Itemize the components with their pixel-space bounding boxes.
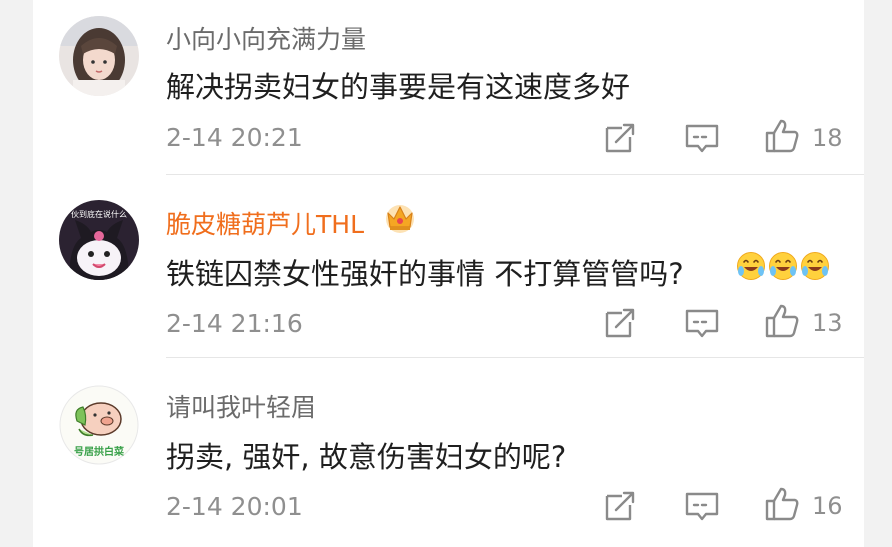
like-count: 16 — [812, 492, 843, 520]
comment-time: 2-14 20:21 — [166, 123, 303, 152]
girl-photo-avatar-icon — [59, 16, 139, 96]
share-icon[interactable] — [602, 120, 638, 156]
username[interactable]: 脆皮糖葫芦儿THL — [166, 205, 364, 241]
like-count: 18 — [812, 124, 843, 152]
comment-icon[interactable] — [684, 488, 720, 524]
share-icon[interactable] — [602, 305, 638, 341]
comment-item: 伙到底在说什么 脆皮糖葫芦儿THL 铁链囚禁女性强奸的事情 不打算管管吗? 2-… — [33, 175, 864, 358]
comment-item: 号居拱白菜 请叫我叶轻眉 拐卖, 强奸, 故意伤害妇女的呢? 2-14 20:0… — [33, 358, 864, 547]
avatar-caption: 伙到底在说什么 — [71, 209, 127, 219]
comment-item: 小向小向充满力量 解决拐卖妇女的事要是有这速度多好 2-14 20:21 18 — [33, 0, 864, 175]
share-icon[interactable] — [602, 488, 638, 524]
comment-text: 拐卖, 强奸, 故意伤害妇女的呢? — [166, 440, 567, 474]
comment-text: 解决拐卖妇女的事要是有这速度多好 — [166, 70, 631, 104]
avatar[interactable]: 号居拱白菜 — [59, 385, 139, 465]
comment-icon[interactable] — [684, 120, 720, 156]
laugh-emoji-icon — [769, 252, 797, 280]
like-icon[interactable] — [764, 118, 800, 154]
laugh-emoji-icon — [801, 252, 829, 280]
avatar-caption: 号居拱白菜 — [74, 445, 125, 458]
like-count: 13 — [812, 309, 843, 337]
username[interactable]: 小向小向充满力量 — [166, 20, 366, 56]
avatar[interactable] — [59, 16, 139, 96]
comment-time: 2-14 21:16 — [166, 309, 303, 338]
pig-cabbage-avatar-icon: 号居拱白菜 — [59, 385, 139, 465]
username[interactable]: 请叫我叶轻眉 — [166, 388, 316, 424]
kuromi-avatar-icon: 伙到底在说什么 — [59, 200, 139, 280]
comment-icon[interactable] — [684, 305, 720, 341]
avatar[interactable]: 伙到底在说什么 — [59, 200, 139, 280]
laugh-emoji-icon — [737, 252, 765, 280]
comment-text: 铁链囚禁女性强奸的事情 不打算管管吗? — [166, 257, 684, 291]
like-icon[interactable] — [764, 303, 800, 339]
comment-time: 2-14 20:01 — [166, 492, 303, 521]
emoji-group — [736, 251, 830, 281]
like-icon[interactable] — [764, 486, 800, 522]
crown-icon — [386, 205, 414, 233]
comment-list: 小向小向充满力量 解决拐卖妇女的事要是有这速度多好 2-14 20:21 18 — [33, 0, 864, 547]
